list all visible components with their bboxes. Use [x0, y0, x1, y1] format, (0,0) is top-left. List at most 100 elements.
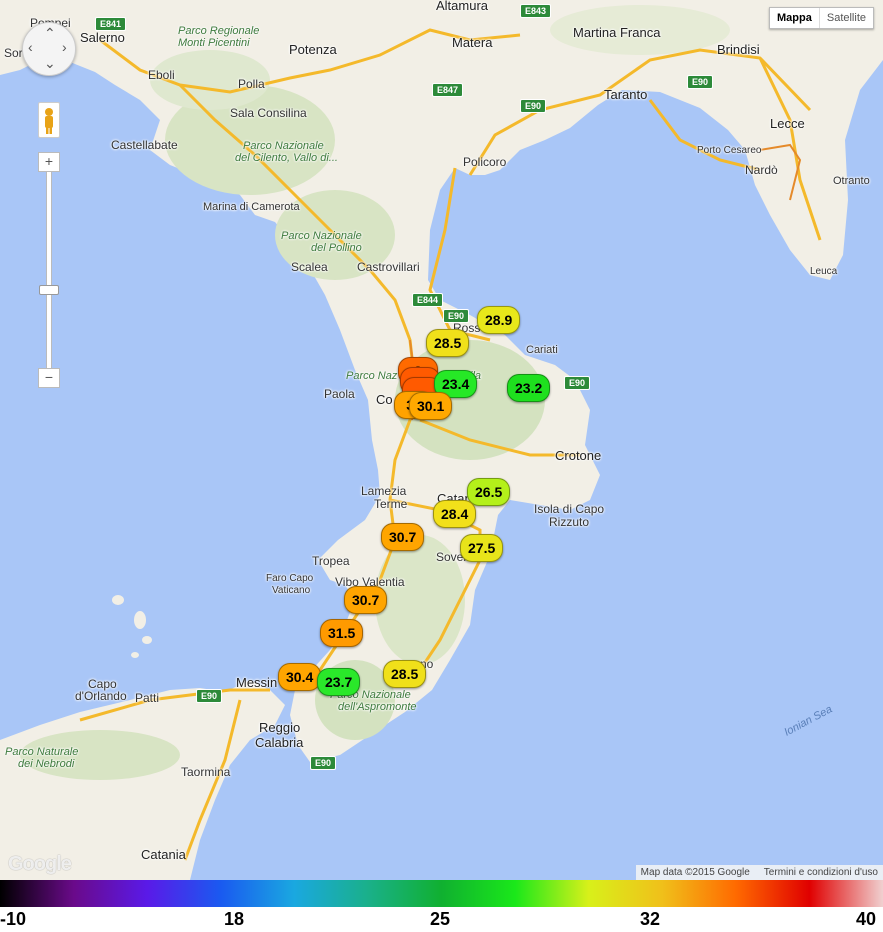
road-shield: E843 [520, 4, 552, 18]
marker-value: 31.5 [328, 625, 356, 641]
pan-right-icon[interactable]: › [62, 39, 67, 55]
place-label: Sor [4, 46, 23, 60]
marker-value: 30.1 [417, 398, 445, 414]
park-label: Parco Nazionale [281, 230, 362, 242]
marker-value: 30.4 [286, 669, 314, 685]
legend-tick: 40 [856, 909, 877, 929]
pan-down-icon[interactable]: ⌄ [44, 55, 56, 72]
map-canvas[interactable]: Parco Regionale Monti Picentini Parco Na… [0, 0, 883, 880]
temperature-marker[interactable]: 28.5 [426, 329, 470, 357]
place-label: Potenza [289, 42, 337, 57]
marker-value: 26.5 [475, 484, 503, 500]
place-label: Eboli [148, 68, 175, 82]
place-label: Lecce [770, 116, 805, 131]
place-label: Martina Franca [573, 25, 661, 40]
temperature-marker[interactable]: 27.5 [460, 534, 504, 562]
map-type-satellite-button[interactable]: Satellite [818, 8, 873, 28]
place-label: Porto Cesareo [697, 145, 762, 156]
legend-tick: 18 [224, 909, 245, 929]
pan-control[interactable]: ⌃ ⌄ ‹ › [22, 22, 76, 76]
road-shield: E841 [95, 17, 127, 31]
park-label: Monti Picentini [178, 37, 250, 49]
place-label: Castellabate [111, 138, 178, 152]
temperature-marker[interactable]: 31.5 [320, 619, 364, 647]
place-label: Marina di Camerota [203, 201, 300, 213]
place-label: Matera [452, 35, 493, 50]
google-logo: Google [8, 853, 72, 875]
temperature-marker[interactable]: 30.4 [278, 663, 322, 691]
marker-value: 23.2 [515, 380, 543, 396]
place-label: Calabria [255, 735, 304, 750]
place-label: Leuca [810, 266, 838, 277]
marker-value: 28.9 [485, 312, 513, 328]
road-shield: E90 [196, 689, 223, 703]
place-label: Scalea [291, 260, 328, 274]
place-label: Cariati [526, 344, 558, 356]
place-label: Patti [135, 691, 160, 705]
legend-tick: 25 [430, 909, 451, 929]
park-label: dell'Aspromonte [338, 701, 417, 713]
place-label: d'Orlando [75, 689, 127, 703]
park-label: Parco Naturale [5, 746, 79, 758]
marker-value: 28.5 [391, 666, 419, 682]
marker-value: 30.7 [389, 529, 417, 545]
temperature-marker[interactable]: 28.5 [383, 660, 427, 688]
map-data-credit: Map data ©2015 Google [640, 867, 750, 878]
place-label: Salerno [80, 30, 125, 45]
place-label: Terme [374, 497, 408, 511]
marker-value: 23.7 [325, 674, 353, 690]
place-label: Policoro [463, 155, 507, 169]
pan-up-icon[interactable]: ⌃ [44, 25, 56, 42]
legend-tick: -10 [0, 909, 27, 929]
temperature-marker[interactable]: 28.4 [433, 500, 477, 528]
temperature-marker[interactable]: 26.5 [467, 478, 511, 506]
place-label: Paola [324, 387, 355, 401]
place-label: Isola di Capo [534, 502, 605, 516]
temperature-marker[interactable]: 23.7 [317, 668, 361, 696]
map-base-layer [0, 0, 883, 880]
temperature-marker[interactable]: 30.1 [409, 392, 453, 420]
temperature-marker[interactable]: 28.9 [477, 306, 521, 334]
park-label: Parco Regionale [178, 25, 260, 37]
place-label: Sala Consilina [230, 106, 307, 120]
map-type-control: Mappa Satellite [769, 7, 874, 29]
place-label: Co [376, 392, 393, 407]
place-label: Rizzuto [549, 515, 590, 529]
place-label: Altamura [436, 0, 489, 13]
place-label: Lamezia [361, 484, 407, 498]
place-label: Castrovillari [357, 260, 420, 274]
zoom-slider-handle[interactable] [39, 285, 59, 295]
park-label: Parco Naz [346, 370, 398, 382]
temperature-marker[interactable]: 30.7 [344, 586, 388, 614]
place-label: Polla [238, 77, 265, 91]
road-shield: E90 [687, 75, 714, 89]
park-label: del Pollino [311, 242, 362, 254]
legend-color-bar [0, 880, 883, 907]
place-label: Taormina [181, 765, 231, 779]
place-label: Taranto [604, 87, 648, 102]
place-label: Catania [141, 847, 186, 862]
park-label: Parco Nazionale [243, 140, 324, 152]
marker-value: 28.5 [434, 335, 462, 351]
park-label: dei Nebrodi [18, 758, 75, 770]
pan-left-icon[interactable]: ‹ [28, 39, 33, 55]
map-type-mappa-button[interactable]: Mappa [770, 8, 819, 28]
place-label: Messin [236, 675, 278, 690]
temperature-marker[interactable]: 23.2 [507, 374, 551, 402]
place-label: Crotone [555, 448, 602, 463]
street-view-pegman-icon[interactable] [38, 102, 60, 138]
marker-value: 28.4 [441, 506, 469, 522]
zoom-slider-track[interactable] [46, 170, 52, 370]
road-shield: E844 [412, 293, 444, 307]
place-label: Brindisi [717, 42, 760, 57]
terms-link[interactable]: Termini e condizioni d'uso [764, 867, 878, 878]
zoom-out-button[interactable]: − [38, 368, 60, 388]
place-label: Tropea [312, 554, 350, 568]
marker-value: 30.7 [352, 592, 380, 608]
marker-value: 23.4 [442, 376, 470, 392]
road-shield: E90 [520, 99, 547, 113]
zoom-in-button[interactable]: + [38, 152, 60, 172]
place-label: Vaticano [272, 585, 311, 596]
place-label: Faro Capo [266, 573, 314, 584]
temperature-marker[interactable]: 30.7 [381, 523, 425, 551]
